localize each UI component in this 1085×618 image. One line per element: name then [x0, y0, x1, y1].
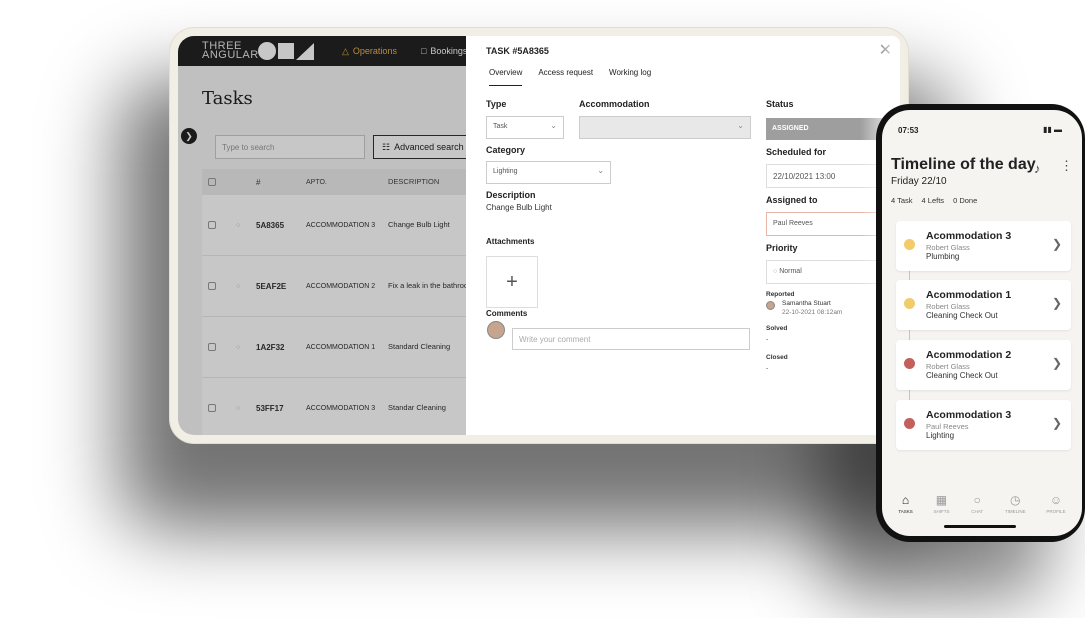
tab-chat[interactable]: ○ CHAT: [970, 493, 984, 514]
chevron-right-icon: ❯: [1051, 356, 1062, 370]
category-label: Category: [486, 145, 526, 155]
priority-label: Priority: [766, 243, 798, 253]
tab-shifts[interactable]: ▦ SHIFTS: [933, 493, 949, 514]
clock-icon: ◷: [1010, 493, 1021, 507]
avatar: [487, 321, 505, 339]
tab-profile[interactable]: ☺ PROFILE: [1046, 493, 1065, 514]
modal-overlay[interactable]: [178, 36, 478, 435]
card-title: Acommodation 1: [926, 289, 1012, 301]
accommodation-label: Accommodation: [579, 99, 650, 109]
timeline-card[interactable]: Acommodation 1 Robert Glass Cleaning Che…: [896, 280, 1071, 330]
tab-shifts-label: SHIFTS: [933, 509, 950, 514]
panel-tabs: Overview Access request Working log: [489, 68, 651, 86]
bottom-tabbar: ⌂ TASKS ▦ SHIFTS ○ CHAT ◷ TIMELINE ☺ PRO…: [882, 493, 1082, 514]
card-title: Acommodation 3: [926, 409, 1012, 421]
reported-label: Reported: [766, 291, 795, 298]
timeline-date: Friday 22/10: [891, 176, 947, 187]
tab-chat-label: CHAT: [971, 509, 984, 514]
status-dot-icon: [904, 239, 915, 250]
timeline-title: Timeline of the day: [891, 156, 1036, 173]
chevron-down-icon: ⌄: [550, 121, 557, 130]
task-id-title: TASK #5A8365: [486, 46, 549, 56]
card-title: Acommodation 2: [926, 349, 1012, 361]
tab-tasks[interactable]: ⌂ TASKS: [898, 493, 912, 514]
scheduled-label: Scheduled for: [766, 147, 827, 157]
status-dot-icon: [904, 298, 915, 309]
priority-dot-icon: ○: [773, 268, 778, 275]
home-icon: ⌂: [901, 493, 910, 507]
stage: THREE ANGULAR △ Operations □ Bookings Ta…: [0, 0, 1085, 618]
timeline-stats: 4 Task 4 Lefts 0 Done: [891, 196, 977, 205]
status-dot-icon: [904, 418, 915, 429]
type-select-value: Task: [493, 123, 508, 130]
tab-overview[interactable]: Overview: [489, 68, 523, 86]
chevron-right-icon: ❯: [1051, 296, 1062, 310]
priority-value: Normal: [779, 268, 802, 275]
description-label: Description: [486, 190, 536, 200]
status-dot-icon: [904, 358, 915, 369]
tab-working-log[interactable]: Working log: [609, 68, 651, 86]
type-label: Type: [486, 99, 507, 109]
card-title: Acommodation 3: [926, 230, 1012, 242]
tab-timeline-label: TIMELINE: [1004, 509, 1026, 514]
assigned-label: Assigned to: [766, 195, 818, 205]
task-detail-panel: TASK #5A8365 ✕ Overview Access request W…: [466, 36, 900, 435]
category-select[interactable]: Lighting ⌄: [486, 161, 611, 184]
card-person: Robert Glass: [926, 362, 970, 371]
more-menu-icon[interactable]: ⋮: [1060, 158, 1073, 174]
stat-done: 0 Done: [953, 196, 978, 205]
comment-input[interactable]: Write your comment: [512, 328, 750, 350]
solved-value: -: [766, 336, 769, 343]
tab-timeline[interactable]: ◷ TIMELINE: [1005, 493, 1026, 514]
type-select[interactable]: Task ⌄: [486, 116, 564, 139]
comments-label: Comments: [486, 309, 528, 318]
tablet-device: THREE ANGULAR △ Operations □ Bookings Ta…: [170, 28, 908, 443]
tasks-app: THREE ANGULAR △ Operations □ Bookings Ta…: [178, 36, 492, 435]
chevron-right-icon: ❯: [1051, 237, 1062, 251]
tab-access-request[interactable]: Access request: [538, 68, 593, 86]
phone-screen: 07:53 ▮▮ ▬ Timeline of the day ♪ ⋮ Frida…: [882, 110, 1082, 536]
card-person: Robert Glass: [926, 243, 970, 252]
reported-at: 22-10-2021 08:12am: [782, 309, 843, 316]
card-task: Cleaning Check Out: [926, 311, 998, 320]
user-icon: ☺: [1049, 493, 1063, 507]
tablet-screen: THREE ANGULAR △ Operations □ Bookings Ta…: [178, 36, 900, 435]
category-select-value: Lighting: [493, 168, 518, 175]
timeline-card[interactable]: Acommodation 3 Robert Glass Plumbing ❯: [896, 221, 1071, 271]
status-label: Status: [766, 99, 794, 109]
chat-icon: ○: [973, 493, 981, 507]
home-indicator: [944, 525, 1016, 528]
stat-tasks: 4 Task: [891, 196, 913, 205]
bell-icon[interactable]: ♪: [1034, 161, 1041, 176]
card-person: Paul Reeves: [926, 422, 969, 431]
closed-value: -: [766, 365, 769, 372]
tab-tasks-label: TASKS: [898, 509, 913, 514]
timeline-card[interactable]: Acommodation 2 Robert Glass Cleaning Che…: [896, 340, 1071, 390]
card-task: Lighting: [926, 431, 955, 440]
timeline-card[interactable]: Acommodation 3 Paul Reeves Lighting ❯: [896, 400, 1071, 450]
description-value: Change Bulb Light: [486, 203, 552, 212]
reporter-name: Samantha Stuart: [782, 300, 831, 307]
stat-lefts: 4 Lefts: [921, 196, 945, 205]
phone-device: 07:53 ▮▮ ▬ Timeline of the day ♪ ⋮ Frida…: [876, 104, 1085, 542]
plus-icon: +: [506, 270, 518, 293]
add-attachment-button[interactable]: +: [486, 256, 538, 308]
card-person: Robert Glass: [926, 302, 970, 311]
status-time: 07:53: [898, 126, 919, 135]
signal-battery-icon: ▮▮ ▬: [1042, 125, 1062, 134]
accommodation-select[interactable]: ⌄: [579, 116, 751, 139]
solved-label: Solved: [766, 325, 788, 332]
card-task: Plumbing: [926, 252, 960, 261]
closed-label: Closed: [766, 354, 788, 361]
calendar-icon: ▦: [935, 493, 948, 507]
chevron-down-icon: ⌄: [737, 121, 744, 130]
tab-profile-label: PROFILE: [1046, 509, 1066, 514]
chevron-right-icon: ❯: [1051, 416, 1062, 430]
reporter-avatar: [766, 301, 775, 310]
chevron-down-icon: ⌄: [597, 166, 604, 175]
card-task: Cleaning Check Out: [926, 371, 998, 380]
attachments-label: Attachments: [486, 237, 535, 246]
